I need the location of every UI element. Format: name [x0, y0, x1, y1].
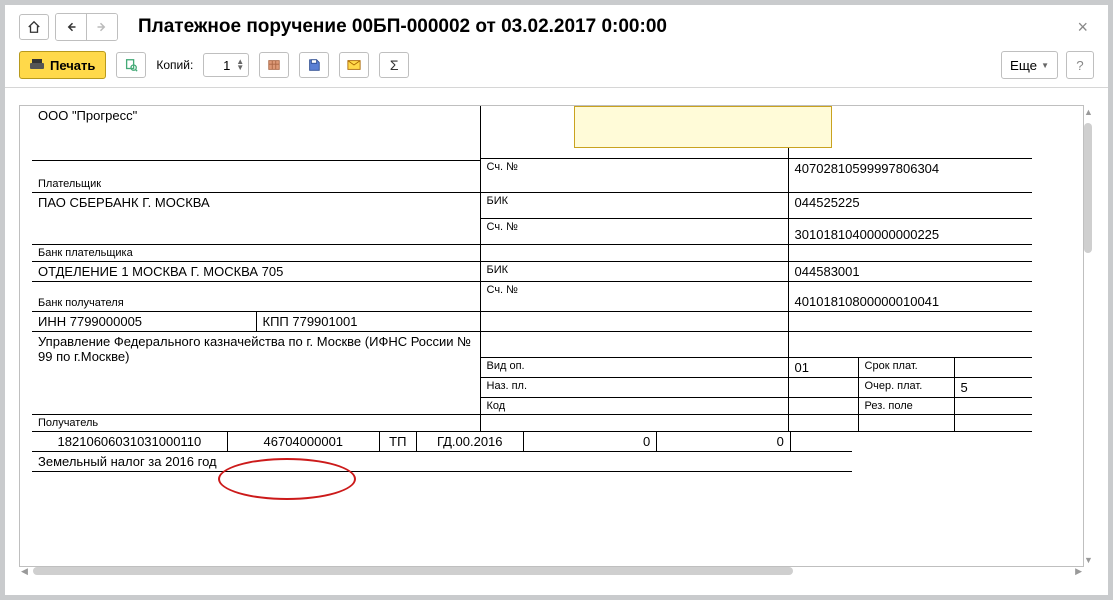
payee-acc: 40101810800000010041 — [795, 294, 940, 309]
acc-label-3: Сч. № — [487, 284, 518, 296]
srok-label: Срок плат. — [865, 360, 918, 372]
save-button[interactable] — [299, 52, 329, 78]
copies-label: Копий: — [156, 58, 193, 72]
scrollbar-thumb-v[interactable] — [1084, 123, 1092, 253]
arrow-left-icon — [65, 21, 77, 33]
grid-icon — [267, 58, 281, 72]
home-button[interactable] — [19, 14, 49, 40]
payer-label: Плательщик — [38, 178, 101, 190]
window-title: Платежное поручение 00БП-000002 от 03.02… — [138, 16, 667, 38]
payer-bank-acc: 30101810400000000225 — [795, 227, 940, 242]
sigma-icon: Σ — [390, 57, 399, 73]
bik-label-2: БИК — [487, 264, 509, 276]
payer-acc: 40702810599997806304 — [795, 161, 940, 176]
vid-op: 01 — [795, 360, 809, 375]
purpose: Земельный налог за 2016 год — [38, 454, 217, 469]
preview-icon — [124, 58, 138, 72]
sum-button[interactable]: Σ — [379, 52, 409, 78]
title-bar: Платежное поручение 00БП-000002 от 03.02… — [5, 5, 1108, 47]
document: ООО "Прогресс" Сч. № 4070281059999780630… — [20, 106, 1060, 472]
printer-icon — [30, 59, 44, 71]
copies-value: 1 — [214, 58, 230, 73]
code-c2: 46704000001 — [264, 434, 344, 449]
app-window: Платежное поручение 00БП-000002 от 03.02… — [0, 0, 1113, 600]
payer-name: ООО "Прогресс" — [38, 108, 474, 123]
close-button[interactable]: × — [1071, 15, 1094, 40]
kod-label: Код — [487, 400, 506, 412]
chevron-down-icon: ▼ — [1041, 61, 1049, 70]
highlight-box — [574, 106, 832, 148]
vid-op-label: Вид оп. — [487, 360, 525, 372]
payer-bank-label: Банк плательщика — [38, 247, 133, 259]
forward-button[interactable] — [87, 14, 117, 40]
payee-name: Управление Федерального казначейства по … — [38, 334, 474, 384]
help-button[interactable]: ? — [1066, 51, 1094, 79]
toolbar: Печать Копий: 1 ▲▼ Σ Еще ▼ ? — [5, 47, 1108, 88]
naz-label: Наз. пл. — [487, 380, 528, 392]
payee-label: Получатель — [38, 417, 98, 429]
document-viewport[interactable]: ООО "Прогресс" Сч. № 4070281059999780630… — [19, 105, 1084, 567]
red-highlight-circle — [218, 458, 356, 500]
acc-label-2: Сч. № — [487, 221, 518, 233]
home-icon — [27, 20, 41, 34]
code-c5: 0 — [643, 434, 650, 449]
payer-bank: ПАО СБЕРБАНК Г. МОСКВА — [38, 195, 474, 210]
copies-input[interactable]: 1 ▲▼ — [203, 53, 249, 77]
nav-group — [55, 13, 118, 41]
vertical-scrollbar[interactable]: ▲ ▼ — [1084, 105, 1094, 567]
back-button[interactable] — [56, 14, 86, 40]
horizontal-scrollbar[interactable]: ◀ ▶ — [19, 567, 1084, 577]
code-c4: ГД.00.2016 — [437, 434, 503, 449]
kpp: КПП 779901001 — [263, 314, 358, 329]
ocher-label: Очер. плат. — [865, 380, 923, 392]
payee-bank-label: Банк получателя — [38, 297, 124, 309]
ocher: 5 — [961, 380, 968, 395]
floppy-icon — [307, 58, 321, 72]
more-button[interactable]: Еще ▼ — [1001, 51, 1058, 79]
scrollbar-thumb-h[interactable] — [33, 567, 793, 575]
rez-label: Рез. поле — [865, 400, 913, 412]
email-button[interactable] — [339, 52, 369, 78]
envelope-icon — [347, 59, 361, 71]
print-button[interactable]: Печать — [19, 51, 106, 79]
code-c3: ТП — [389, 434, 406, 449]
print-label: Печать — [50, 58, 95, 73]
more-label: Еще — [1010, 58, 1037, 73]
bik-label-1: БИК — [487, 195, 509, 207]
payee-bik: 044583001 — [795, 264, 860, 279]
acc-label-1: Сч. № — [487, 161, 518, 173]
inn: ИНН 7799000005 — [38, 314, 142, 329]
arrow-right-icon — [96, 21, 108, 33]
payer-bik: 044525225 — [795, 195, 860, 210]
preview-button[interactable] — [116, 52, 146, 78]
payee-bank: ОТДЕЛЕНИЕ 1 МОСКВА Г. МОСКВА 705 — [38, 264, 474, 279]
code-c6: 0 — [777, 434, 784, 449]
copies-stepper[interactable]: ▲▼ — [236, 59, 244, 71]
code-c1: 18210606031031000110 — [58, 434, 202, 449]
grid-settings-button[interactable] — [259, 52, 289, 78]
